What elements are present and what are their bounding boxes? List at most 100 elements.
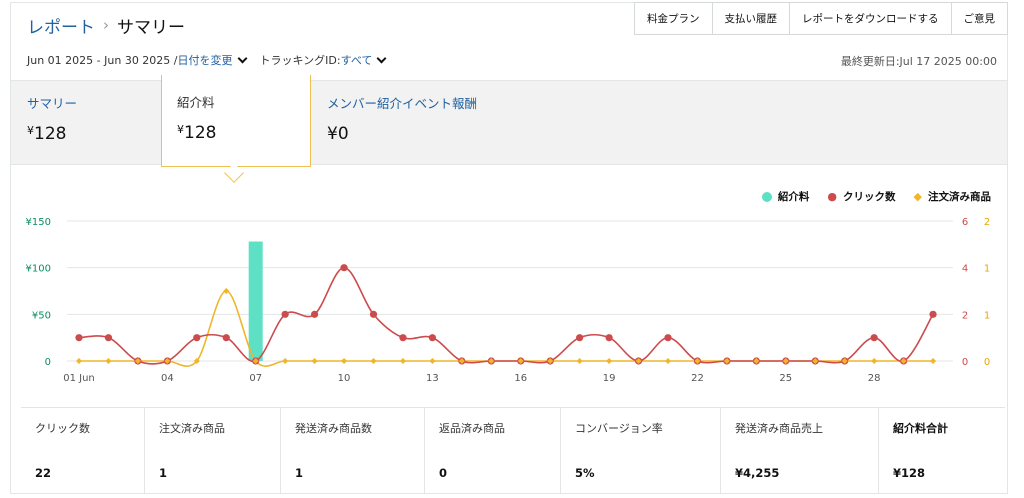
filter-bar: Jun 01 2025 - Jun 30 2025 / 日付を変更 トラッキング… <box>27 52 387 68</box>
y-axis-left-tick: 0 <box>45 357 51 368</box>
y-axis-right-clicks-tick: 2 <box>962 310 968 321</box>
toolbar: 料金プラン 支払い履歴 レポートをダウンロードする ご意見 <box>634 2 1008 35</box>
chevron-right-icon: › <box>103 16 109 34</box>
point-ordered-items <box>341 358 348 364</box>
point-ordered-items <box>370 358 377 364</box>
point-clicks <box>369 310 378 318</box>
x-axis-tick: 04 <box>161 373 174 384</box>
point-clicks <box>664 334 672 342</box>
metric-label: クリック数 <box>35 422 90 435</box>
metric-value: 5% <box>575 466 595 480</box>
x-axis-tick: 28 <box>868 373 881 384</box>
change-date-link[interactable]: 日付を変更 <box>178 52 233 68</box>
pricing-plan-button[interactable]: 料金プラン <box>634 2 713 35</box>
metric-value: 22 <box>35 466 52 480</box>
point-clicks <box>281 310 289 318</box>
chevron-down-icon[interactable] <box>237 53 247 63</box>
point-clicks <box>428 334 436 342</box>
tab-member-referral-bonus[interactable]: メンバー紹介イベント報酬 ¥0 <box>327 81 477 144</box>
metric-label: 返品済み商品 <box>439 422 505 435</box>
point-clicks <box>605 334 613 342</box>
tab-member-referral-bonus-value: ¥0 <box>327 124 349 144</box>
x-axis-tick: 01 Jun <box>63 373 95 384</box>
tab-summary-label: サマリー <box>27 96 78 111</box>
summary-tabs: サマリー ¥128 紹介料 ¥128 メンバー紹介イベント報酬 ¥0 <box>11 75 1007 167</box>
tab-member-referral-bonus-label: メンバー紹介イベント報酬 <box>327 96 478 111</box>
y-axis-right-clicks-tick: 6 <box>962 217 968 228</box>
line-clicks <box>78 266 934 365</box>
amount: 128 <box>34 124 67 144</box>
y-axis-right-orders-tick: 2 <box>984 217 990 228</box>
x-axis-tick: 07 <box>249 373 262 384</box>
x-axis-tick: 13 <box>426 373 439 384</box>
point-ordered-items <box>576 358 583 364</box>
metric-shipped-revenue: 発送済み商品売上 ¥4,255 <box>721 408 879 493</box>
earnings-chart: 0 0 0 ¥50 2 1 ¥100 4 1 ¥150 6 2 01 Jun 04 07 10 13 16 19 22… <box>26 217 991 384</box>
metric-value: ¥128 <box>893 466 926 480</box>
y-axis-left-tick: ¥150 <box>26 217 51 228</box>
metrics-row: クリック数 22 注文済み商品 1 発送済み商品数 1 返品済み商品 0 コンバージョン率 5% 発… <box>21 407 1005 493</box>
point-ordered-items <box>665 358 671 364</box>
metric-value: 1 <box>295 466 304 480</box>
point-clicks <box>104 334 113 342</box>
currency-symbol: ¥ <box>27 124 34 137</box>
point-clicks <box>311 310 319 318</box>
metric-value: ¥4,255 <box>735 466 780 480</box>
date-range: Jun 01 2025 - Jun 30 2025 / <box>27 53 178 67</box>
metric-conversion-rate: コンバージョン率 5% <box>561 408 721 493</box>
x-axis-tick: 22 <box>691 373 704 384</box>
breadcrumb-reports-link[interactable]: レポート <box>27 13 95 38</box>
metric-label: 紹介料合計 <box>893 422 948 435</box>
chevron-down-icon[interactable] <box>376 53 387 63</box>
metric-shipped-items: 発送済み商品数 1 <box>281 408 425 493</box>
page-title: サマリー <box>117 17 185 38</box>
tab-referral-fee-label: 紹介料 <box>177 95 215 110</box>
tracking-id-dropdown[interactable]: すべて <box>341 52 373 68</box>
tab-summary-value: ¥128 <box>27 124 77 144</box>
point-clicks <box>193 334 201 342</box>
y-axis-left-tick: ¥100 <box>26 264 51 275</box>
point-clicks <box>222 334 230 342</box>
y-axis-right-orders-tick: 1 <box>984 310 990 321</box>
download-report-button[interactable]: レポートをダウンロードする <box>790 2 952 35</box>
tab-referral-fee-value: ¥128 <box>177 123 310 143</box>
point-ordered-items <box>429 358 436 364</box>
amount: 128 <box>184 123 217 143</box>
point-clicks <box>929 310 937 318</box>
point-ordered-items <box>930 358 937 364</box>
metric-value: 1 <box>159 466 168 480</box>
point-clicks <box>340 264 348 272</box>
tab-referral-fee[interactable]: 紹介料 ¥128 <box>161 75 311 167</box>
feedback-button[interactable]: ご意見 <box>951 2 1008 35</box>
point-clicks <box>399 334 407 342</box>
point-ordered-items <box>871 358 878 364</box>
metric-label: 注文済み商品 <box>159 422 225 435</box>
point-ordered-items <box>223 288 230 294</box>
currency-symbol: ¥ <box>177 123 184 136</box>
x-axis-tick: 25 <box>779 373 792 384</box>
y-axis-right-clicks-tick: 4 <box>962 264 968 275</box>
line-ordered-items <box>79 290 934 367</box>
report-frame: レポート › サマリー 料金プラン 支払い履歴 レポートをダウンロードする ご意… <box>10 2 1008 494</box>
point-ordered-items <box>399 358 406 364</box>
y-axis-right-orders-tick: 0 <box>984 357 990 368</box>
breadcrumb: レポート › サマリー <box>27 11 185 39</box>
point-ordered-items <box>76 358 82 364</box>
metric-label: 発送済み商品売上 <box>735 422 823 435</box>
point-ordered-items <box>311 358 318 364</box>
metric-label: コンバージョン率 <box>575 422 663 435</box>
point-ordered-items <box>105 358 112 364</box>
y-axis-right-clicks-tick: 0 <box>962 357 968 368</box>
x-axis-tick: 10 <box>338 373 351 384</box>
x-axis-tick: 16 <box>514 373 527 384</box>
metric-clicks: クリック数 22 <box>21 408 145 493</box>
tab-summary[interactable]: サマリー ¥128 <box>27 81 77 144</box>
payment-history-button[interactable]: 支払い履歴 <box>712 2 790 35</box>
point-ordered-items <box>606 358 613 364</box>
metric-total-referral-fee: 紹介料合計 ¥128 <box>879 408 1005 493</box>
tracking-id-label: トラッキングID: <box>259 54 341 67</box>
point-clicks <box>75 334 83 342</box>
point-ordered-items <box>282 358 289 364</box>
metric-label: 発送済み商品数 <box>295 422 372 435</box>
metric-value: 0 <box>439 466 448 480</box>
